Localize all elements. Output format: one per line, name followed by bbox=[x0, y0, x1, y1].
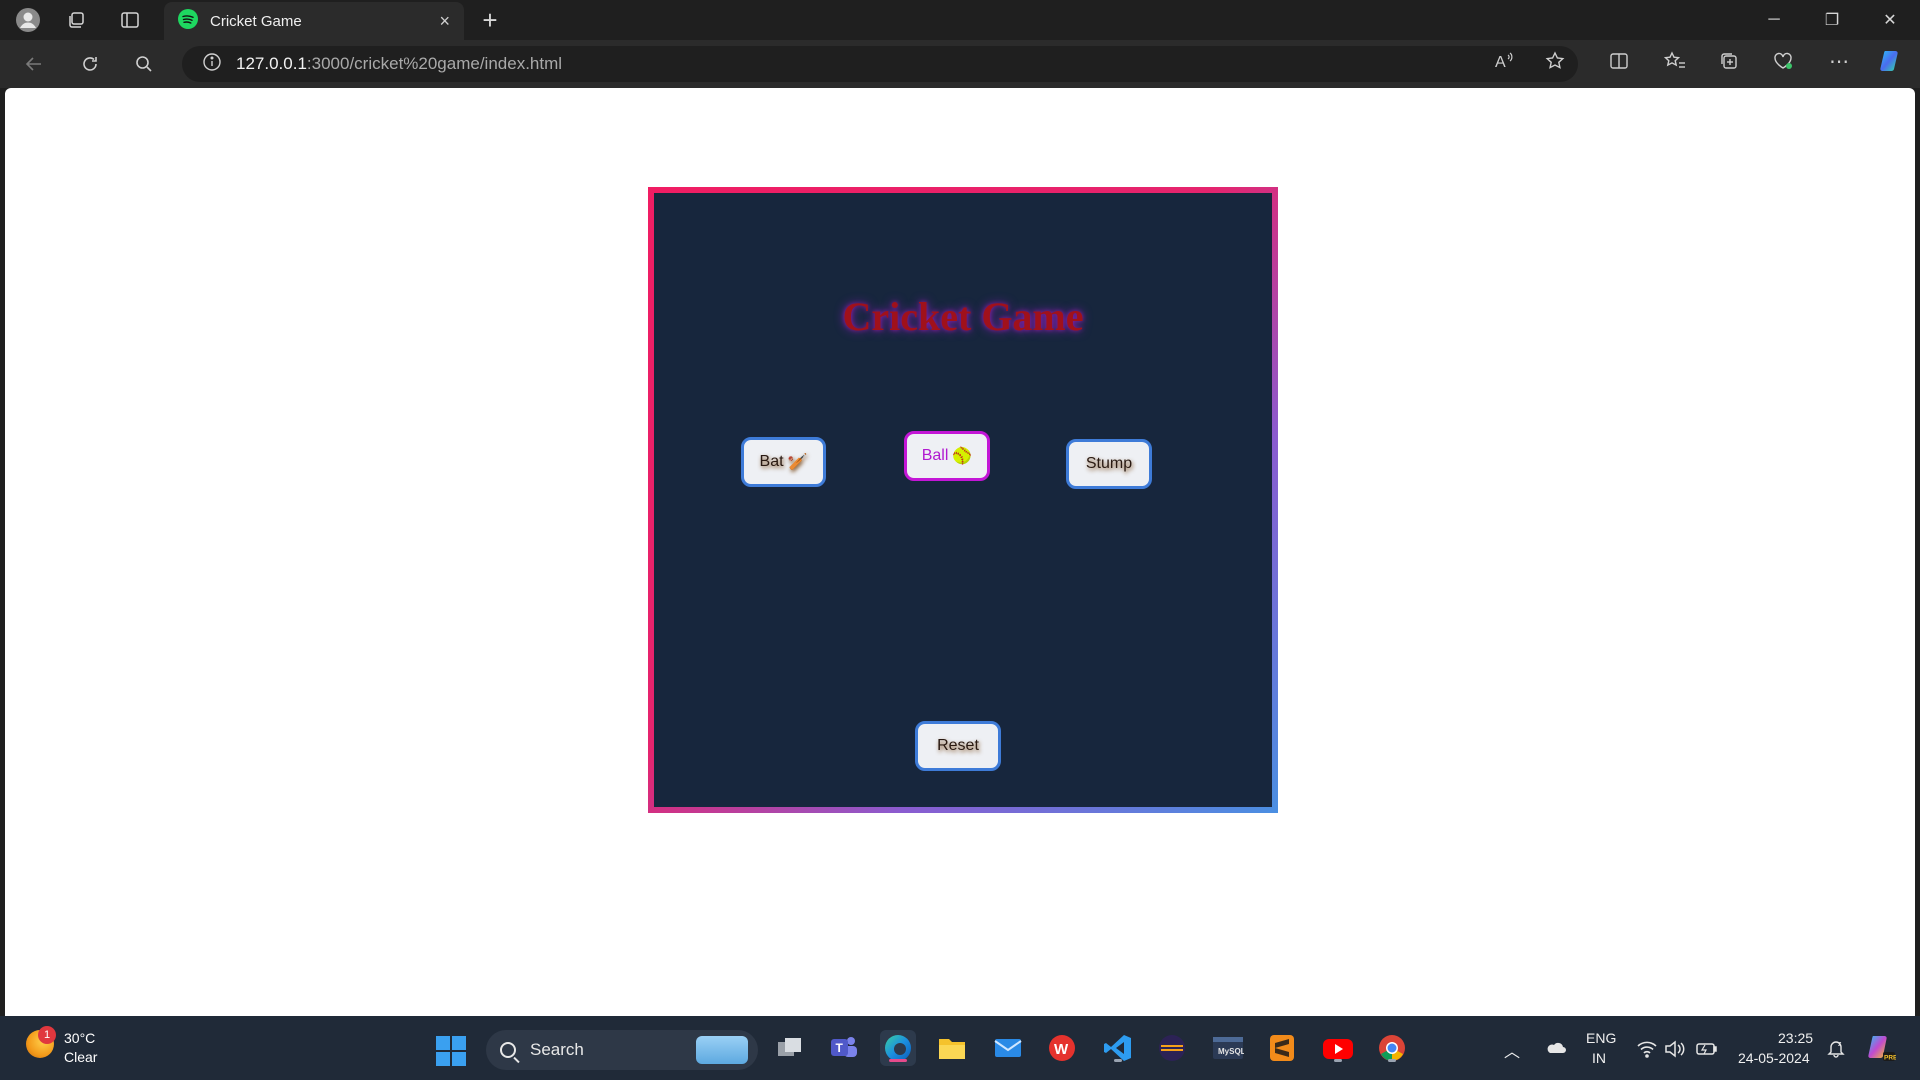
weather-condition[interactable]: Clear bbox=[64, 1049, 97, 1065]
svg-text:A: A bbox=[1495, 54, 1506, 71]
spotify-favicon-icon bbox=[178, 8, 198, 34]
taskbar-search[interactable]: Search bbox=[486, 1030, 758, 1070]
ball-button[interactable]: Ball 🥎 bbox=[904, 431, 990, 481]
running-indicator bbox=[1334, 1059, 1342, 1062]
collections-icon[interactable] bbox=[1714, 46, 1744, 76]
onedrive-icon[interactable] bbox=[1544, 1040, 1566, 1057]
vscode-icon[interactable] bbox=[1100, 1030, 1136, 1066]
search-icon[interactable] bbox=[130, 50, 158, 78]
minimize-button[interactable]: ─ bbox=[1746, 0, 1802, 40]
start-button[interactable] bbox=[436, 1036, 466, 1066]
mysql-workbench-icon[interactable]: MySQL bbox=[1210, 1030, 1246, 1066]
language-top[interactable]: ENG bbox=[1586, 1030, 1616, 1046]
bat-label: Bat bbox=[759, 453, 784, 470]
windows-taskbar: 1 30°C Clear Search T W MySQL ︿ ENG IN 2… bbox=[0, 1016, 1920, 1080]
wps-office-icon[interactable]: W bbox=[1044, 1030, 1080, 1066]
tab-close-icon[interactable]: × bbox=[439, 11, 450, 32]
start-pane-icon bbox=[436, 1036, 450, 1050]
clock-time[interactable]: 23:25 bbox=[1778, 1030, 1813, 1046]
running-indicator bbox=[1388, 1059, 1396, 1062]
more-options-icon[interactable]: ⋯ bbox=[1824, 46, 1854, 76]
reset-label: Reset bbox=[937, 737, 979, 754]
clock-date[interactable]: 24-05-2024 bbox=[1738, 1050, 1810, 1066]
restore-button[interactable]: ❐ bbox=[1804, 0, 1860, 40]
svg-text:z: z bbox=[1838, 1041, 1842, 1048]
read-aloud-icon[interactable]: A bbox=[1490, 46, 1520, 76]
page-title: Cricket Game bbox=[842, 294, 1084, 339]
search-icon bbox=[500, 1042, 516, 1058]
address-bar[interactable]: 127.0.0.1:3000/cricket%20game/index.html bbox=[182, 46, 1578, 82]
back-icon[interactable] bbox=[20, 50, 48, 78]
weather-temperature[interactable]: 30°C bbox=[64, 1030, 95, 1046]
bat-button[interactable]: Bat 🏏 bbox=[741, 437, 826, 487]
split-screen-icon[interactable] bbox=[1604, 46, 1634, 76]
teams-icon[interactable]: T bbox=[826, 1030, 862, 1066]
browser-titlebar: Cricket Game × + ─ ❐ ✕ bbox=[0, 0, 1920, 40]
chrome-icon[interactable] bbox=[1374, 1030, 1410, 1066]
close-window-button[interactable]: ✕ bbox=[1862, 0, 1918, 40]
ball-label: Ball bbox=[921, 447, 949, 464]
start-pane-icon bbox=[436, 1052, 450, 1066]
favorites-icon[interactable] bbox=[1660, 46, 1690, 76]
tab-title: Cricket Game bbox=[210, 12, 302, 30]
svg-text:PRE: PRE bbox=[1884, 1055, 1896, 1062]
new-tab-button[interactable]: + bbox=[476, 5, 504, 35]
reset-button[interactable]: Reset bbox=[915, 721, 1001, 771]
show-hidden-icons[interactable]: ︿ bbox=[1504, 1038, 1520, 1062]
favorite-star-icon[interactable] bbox=[1540, 46, 1570, 76]
weather-badge: 1 bbox=[38, 1026, 56, 1044]
site-info-icon[interactable] bbox=[202, 52, 222, 77]
wifi-icon[interactable] bbox=[1636, 1040, 1658, 1061]
search-label: Search bbox=[530, 1040, 584, 1059]
notification-bell-icon[interactable]: z bbox=[1826, 1038, 1846, 1061]
battery-icon[interactable] bbox=[1696, 1040, 1718, 1061]
running-indicator bbox=[1114, 1059, 1122, 1062]
eclipse-icon[interactable] bbox=[1154, 1030, 1190, 1066]
svg-text:T: T bbox=[836, 1041, 844, 1055]
file-explorer-icon[interactable] bbox=[934, 1030, 970, 1066]
copilot-icon[interactable] bbox=[1876, 46, 1906, 76]
ball-icon: 🥎 bbox=[952, 448, 973, 465]
edge-icon[interactable] bbox=[880, 1030, 916, 1066]
copilot-taskbar-icon[interactable]: PRE bbox=[1864, 1032, 1898, 1067]
svg-text:MySQL: MySQL bbox=[1218, 1047, 1244, 1056]
bat-icon: 🏏 bbox=[787, 454, 808, 471]
game-board: Cricket Game Bat 🏏 Ball 🥎 Stump Reset bbox=[654, 193, 1272, 807]
youtube-icon[interactable] bbox=[1320, 1030, 1356, 1066]
svg-text:W: W bbox=[1054, 1041, 1069, 1058]
refresh-icon[interactable] bbox=[76, 50, 104, 78]
volume-icon[interactable] bbox=[1664, 1040, 1686, 1061]
task-view-icon[interactable] bbox=[772, 1030, 808, 1066]
stump-label: Stump bbox=[1085, 455, 1133, 472]
sublime-text-icon[interactable] bbox=[1264, 1030, 1300, 1066]
browser-toolbar: 127.0.0.1:3000/cricket%20game/index.html… bbox=[0, 40, 1920, 88]
game-container: Cricket Game Bat 🏏 Ball 🥎 Stump Reset bbox=[648, 187, 1278, 813]
url-host: 127.0.0.1 bbox=[236, 54, 307, 73]
start-pane-icon bbox=[452, 1036, 466, 1050]
search-highlight-icon bbox=[696, 1036, 748, 1064]
vertical-tabs-icon[interactable] bbox=[116, 6, 144, 34]
stump-button[interactable]: Stump bbox=[1066, 439, 1152, 489]
start-pane-icon bbox=[452, 1052, 466, 1066]
mail-icon[interactable] bbox=[990, 1030, 1026, 1066]
url-path: :3000/cricket%20game/index.html bbox=[306, 54, 563, 73]
workspaces-icon[interactable] bbox=[62, 6, 90, 34]
profile-icon[interactable] bbox=[14, 6, 42, 34]
language-bottom[interactable]: IN bbox=[1592, 1050, 1606, 1066]
browser-essentials-icon[interactable] bbox=[1768, 46, 1798, 76]
page-viewport: Cricket Game Bat 🏏 Ball 🥎 Stump Reset bbox=[5, 88, 1915, 1016]
active-indicator bbox=[889, 1059, 907, 1062]
tab-cricket-game[interactable]: Cricket Game × bbox=[164, 2, 464, 40]
